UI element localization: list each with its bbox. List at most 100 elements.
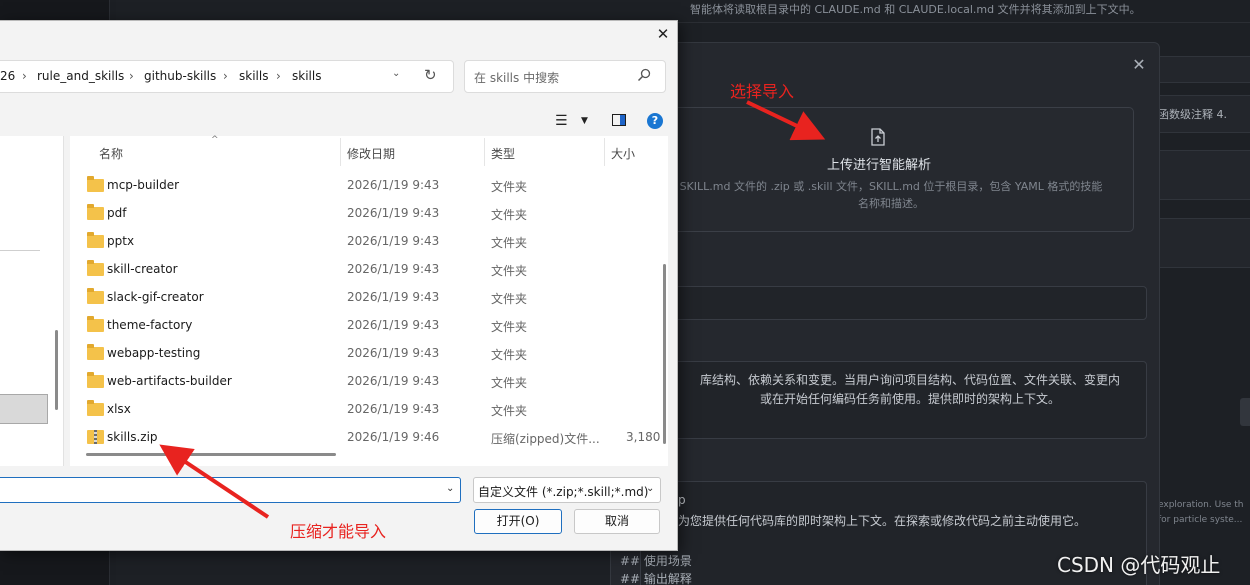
file-date: 2026/1/19 9:43 xyxy=(347,206,440,220)
folder-icon xyxy=(87,260,104,276)
file-type: 文件夹 xyxy=(491,180,528,194)
breadcrumb-separator-icon: › xyxy=(223,69,228,83)
background-top-note: 智能体将读取根目录中的 CLAUDE.md 和 CLAUDE.local.md … xyxy=(690,3,1141,16)
file-date: 2026/1/19 9:43 xyxy=(347,290,440,304)
table-row[interactable]: skills.zip 2026/1/19 9:46 压缩(zipped)文件..… xyxy=(70,423,660,451)
file-type: 文件夹 xyxy=(491,348,528,362)
background-card xyxy=(1146,150,1250,200)
open-button[interactable]: 打开(O) xyxy=(474,509,562,534)
background-snippet: for particle syste... xyxy=(1158,515,1243,525)
file-date: 2026/1/19 9:46 xyxy=(347,430,440,444)
upload-title[interactable]: 上传进行智能解析 xyxy=(680,154,1078,173)
column-header-name[interactable]: 名称 xyxy=(99,145,123,162)
column-header-type[interactable]: 类型 xyxy=(491,145,515,162)
zip-archive-icon xyxy=(87,430,104,444)
sort-ascending-icon: ^ xyxy=(211,135,219,145)
column-header-date[interactable]: 修改日期 xyxy=(347,145,395,162)
csdn-watermark: CSDN @代码观止 xyxy=(1057,553,1221,577)
folder-icon xyxy=(87,316,104,332)
file-size: 3,180 xyxy=(626,430,661,444)
file-type: 文件夹 xyxy=(491,292,528,306)
breadcrumb-item[interactable]: github-skills xyxy=(144,69,216,83)
table-row[interactable]: webapp-testing 2026/1/19 9:43 文件夹 xyxy=(70,339,660,367)
upload-description-line: 名称和描述。 xyxy=(858,197,924,210)
column-divider[interactable] xyxy=(340,138,341,166)
file-type-chevron-icon[interactable]: ⌄ xyxy=(646,483,654,494)
file-date: 2026/1/19 9:43 xyxy=(347,346,440,360)
refresh-icon[interactable]: ↻ xyxy=(424,66,437,84)
background-snippet: 函数级注释 4. xyxy=(1158,108,1227,121)
filename-history-chevron-icon[interactable]: ⌄ xyxy=(446,483,454,494)
file-type: 文件夹 xyxy=(491,264,528,278)
filename-input[interactable] xyxy=(0,477,461,503)
annotation-zip-required: 压缩才能导入 xyxy=(290,522,387,541)
file-name: theme-factory xyxy=(107,318,193,332)
breadcrumb-item[interactable]: rule_and_skills xyxy=(37,69,124,83)
breadcrumb-item[interactable]: skills xyxy=(239,69,268,83)
skill-name-field[interactable] xyxy=(640,286,1147,320)
table-row[interactable]: pptx 2026/1/19 9:43 文件夹 xyxy=(70,227,660,255)
file-date: 2026/1/19 9:43 xyxy=(347,374,440,388)
folder-icon xyxy=(87,288,104,304)
skill-description-line: 或在开始任何编码任务前使用。提供即时的架构上下文。 xyxy=(759,392,1060,406)
column-divider[interactable] xyxy=(604,138,605,166)
markdown-heading: ## 输出解释 xyxy=(620,572,692,585)
annotation-select-import: 选择导入 xyxy=(730,82,795,101)
file-name: xlsx xyxy=(107,402,131,416)
file-date: 2026/1/19 9:43 xyxy=(347,262,440,276)
file-name: pdf xyxy=(107,206,127,220)
background-card xyxy=(1146,218,1250,268)
skill-description-text: 库结构、依赖关系和变更。当用户询问项目结构、代码位置、文件关联、变更内 或在开始… xyxy=(680,371,1140,409)
folder-icon xyxy=(87,204,104,220)
preview-pane-icon[interactable] xyxy=(612,114,626,126)
background-card xyxy=(1146,56,1250,83)
view-mode-chevron-icon[interactable]: ▼ xyxy=(581,116,588,126)
table-row[interactable]: xlsx 2026/1/19 9:43 文件夹 xyxy=(70,395,660,423)
file-name: slack-gif-creator xyxy=(107,290,204,304)
view-mode-icon[interactable]: ☰ xyxy=(555,113,568,129)
file-name: pptx xyxy=(107,234,135,248)
table-row[interactable]: skill-creator 2026/1/19 9:43 文件夹 xyxy=(70,255,660,283)
table-row[interactable]: pdf 2026/1/19 9:43 文件夹 xyxy=(70,199,660,227)
file-type-selected: 自定义文件 (*.zip;*.skill;*.md) xyxy=(478,485,649,499)
breadcrumb-item[interactable]: 26 xyxy=(0,69,15,83)
cancel-button[interactable]: 取消 xyxy=(574,509,660,534)
file-name: web-artifacts-builder xyxy=(107,374,232,388)
file-list-horizontal-scrollbar[interactable] xyxy=(86,453,336,456)
file-date: 2026/1/19 9:43 xyxy=(347,318,440,332)
help-icon[interactable]: ? xyxy=(647,113,663,129)
table-row[interactable]: mcp-builder 2026/1/19 9:43 文件夹 xyxy=(70,171,660,199)
file-name: skill-creator xyxy=(107,262,178,276)
file-type: 文件夹 xyxy=(491,320,528,334)
background-chip xyxy=(1240,398,1250,426)
table-row[interactable]: slack-gif-creator 2026/1/19 9:43 文件夹 xyxy=(70,283,660,311)
folder-icon xyxy=(87,344,104,360)
file-name: mcp-builder xyxy=(107,178,180,192)
file-type: 文件夹 xyxy=(491,376,528,390)
table-row[interactable]: theme-factory 2026/1/19 9:43 文件夹 xyxy=(70,311,660,339)
navigation-selected-item[interactable] xyxy=(0,394,48,424)
modal-close-icon[interactable]: ✕ xyxy=(1130,56,1148,74)
file-type: 文件夹 xyxy=(491,208,528,222)
skill-content-line: 为您提供任何代码库的即时架构上下文。在探索或修改代码之前主动使用它。 xyxy=(678,514,1087,528)
upload-description-line: SKILL.md 文件的 .zip 或 .skill 文件，SKILL.md 位… xyxy=(679,180,1103,193)
folder-icon xyxy=(87,372,104,388)
folder-icon xyxy=(87,400,104,416)
column-divider[interactable] xyxy=(484,138,485,166)
file-date: 2026/1/19 9:43 xyxy=(347,234,440,248)
address-history-chevron-icon[interactable]: ⌄ xyxy=(392,68,400,79)
breadcrumb-separator-icon: › xyxy=(276,69,281,83)
column-header-size[interactable]: 大小 xyxy=(611,145,635,162)
folder-icon xyxy=(87,232,104,248)
file-type: 压缩(zipped)文件... xyxy=(491,432,600,446)
dialog-close-icon[interactable]: ✕ xyxy=(654,25,672,43)
skill-content-line: p xyxy=(678,493,686,507)
file-list-vertical-scrollbar[interactable] xyxy=(663,264,666,444)
file-date: 2026/1/19 9:43 xyxy=(347,402,440,416)
navigation-scrollbar[interactable] xyxy=(55,330,58,410)
markdown-heading: ## 使用场景 xyxy=(620,554,692,568)
breadcrumb-item[interactable]: skills xyxy=(292,69,321,83)
table-row[interactable]: web-artifacts-builder 2026/1/19 9:43 文件夹 xyxy=(70,367,660,395)
search-icon[interactable] xyxy=(637,68,651,82)
folder-icon xyxy=(87,176,104,192)
